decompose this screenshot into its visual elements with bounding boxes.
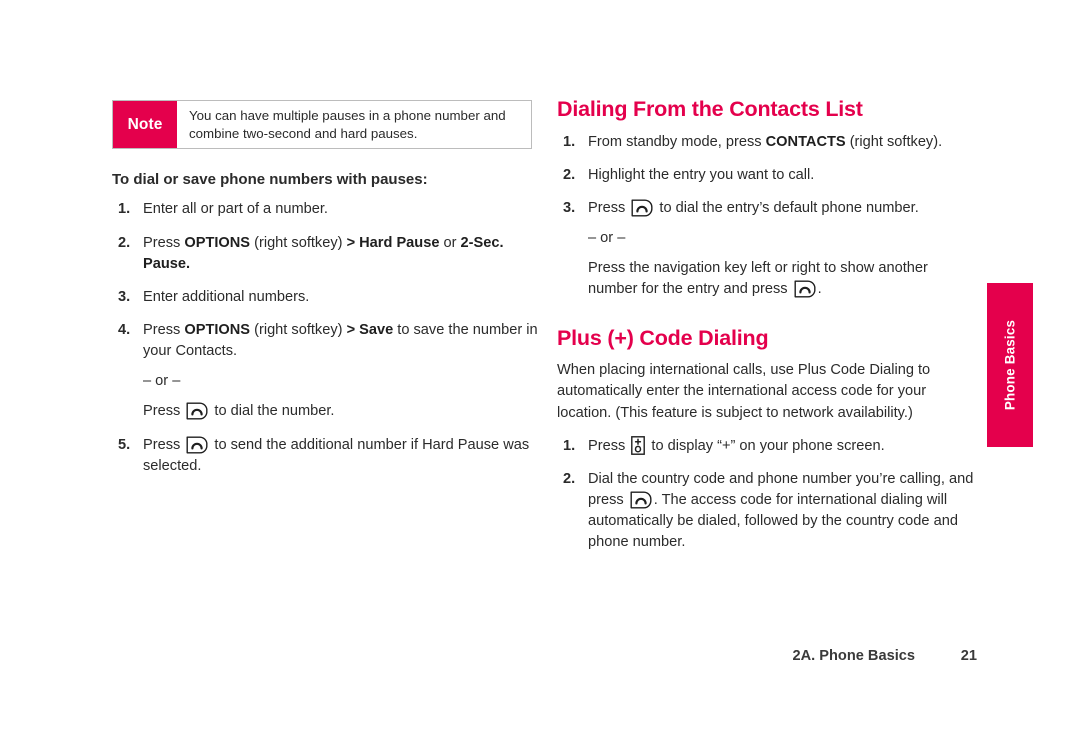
- step-number: 3.: [118, 288, 131, 305]
- right-column: Dialing From the Contacts List 1. From st…: [557, 97, 977, 565]
- talk-key-icon: [186, 402, 208, 420]
- step-text: From standby mode, press CONTACTS (right…: [588, 133, 943, 150]
- step-item: 3. Enter additional numbers.: [112, 287, 542, 308]
- emphasis-text: CONTACTS: [765, 133, 846, 150]
- plus-code-step-list: 1. Press to display “+” on your phone scr…: [557, 435, 977, 554]
- step-item: 2. Highlight the entry you want to call.: [557, 165, 977, 186]
- step-text: Dial the country code and phone number y…: [588, 470, 974, 551]
- emphasis-text: OPTIONS: [184, 321, 251, 338]
- left-step-list: 1. Enter all or part of a number. 2. Press …: [112, 199, 542, 477]
- step-text: Press to send the additional number if H…: [143, 436, 530, 474]
- step-item: 2. Press OPTIONS (right softkey) > Hard P…: [112, 233, 542, 275]
- step-text: Enter all or part of a number.: [143, 201, 328, 218]
- step-number: 4.: [118, 321, 131, 338]
- manual-page: Note You can have multiple pauses in a p…: [0, 0, 1080, 754]
- plus-code-intro: When placing international calls, use Pl…: [557, 362, 931, 421]
- step-item: 5. Press to send the additional number if…: [112, 435, 542, 477]
- step-number: 2.: [563, 166, 576, 183]
- step-number: 1.: [118, 201, 131, 218]
- step-item: 3. Press to dial the entry’s default phon…: [557, 198, 977, 301]
- step-number: 2.: [563, 470, 576, 487]
- chapter-side-tab: Phone Basics: [987, 283, 1033, 447]
- talk-key-icon: [631, 199, 653, 217]
- step-number: 3.: [563, 199, 576, 216]
- talk-key-icon: [630, 491, 652, 509]
- step-number: 5.: [118, 436, 131, 453]
- step-number: 1.: [563, 133, 576, 150]
- step-number: 2.: [118, 234, 131, 251]
- step-alternate-line: – or –: [143, 373, 181, 390]
- note-badge: Note: [113, 101, 177, 149]
- dialing-contacts-step-list: 1. From standby mode, press CONTACTS (rig…: [557, 132, 977, 301]
- step-text: Press OPTIONS (right softkey) > Hard Pau…: [143, 234, 504, 272]
- talk-key-icon: [794, 280, 816, 298]
- step-text: Press to display “+” on your phone scree…: [588, 435, 885, 455]
- section-title-dialing-contacts: Dialing From the Contacts List: [557, 97, 863, 121]
- note-text: You can have multiple pauses in a phone …: [189, 108, 506, 141]
- plus-zero-key-icon: [631, 435, 646, 455]
- step-item: 2. Dial the country code and phone number…: [557, 469, 977, 554]
- page-footer: 2A. Phone Basics 21: [557, 648, 977, 664]
- talk-key-icon: [186, 436, 208, 454]
- note-callout: Note You can have multiple pauses in a p…: [112, 100, 532, 150]
- step-number: 1.: [563, 437, 576, 454]
- step-item: 1. Enter all or part of a number.: [112, 199, 542, 220]
- step-alternate-line: Press the navigation key left or right t…: [588, 260, 928, 298]
- emphasis-text: > Hard Pause: [346, 234, 440, 251]
- step-text: Highlight the entry you want to call.: [588, 166, 815, 183]
- section-title-plus-code: Plus (+) Code Dialing: [557, 325, 769, 350]
- step-item: 1. From standby mode, press CONTACTS (rig…: [557, 132, 977, 153]
- step-text: Enter additional numbers.: [143, 288, 310, 305]
- step-text: Press to dial the entry’s default phone …: [588, 199, 919, 217]
- step-alternate-line: – or –: [588, 230, 626, 247]
- left-subheading: To dial or save phone numbers with pause…: [112, 171, 428, 189]
- step-text: Press OPTIONS (right softkey) > Save to …: [143, 321, 538, 360]
- left-column: Note You can have multiple pauses in a p…: [112, 100, 542, 489]
- chapter-side-tab-label: Phone Basics: [1002, 319, 1018, 411]
- step-item: 1. Press to display “+” on your phone scr…: [557, 435, 977, 457]
- step-item: 4. Press OPTIONS (right softkey) > Save t…: [112, 320, 542, 423]
- emphasis-text: OPTIONS: [184, 234, 251, 251]
- footer-chapter: 2A. Phone Basics: [792, 648, 915, 664]
- step-alternate-line: Press to dial the number.: [143, 402, 335, 420]
- footer-page-number: 21: [960, 648, 977, 664]
- emphasis-text: > Save: [346, 321, 394, 338]
